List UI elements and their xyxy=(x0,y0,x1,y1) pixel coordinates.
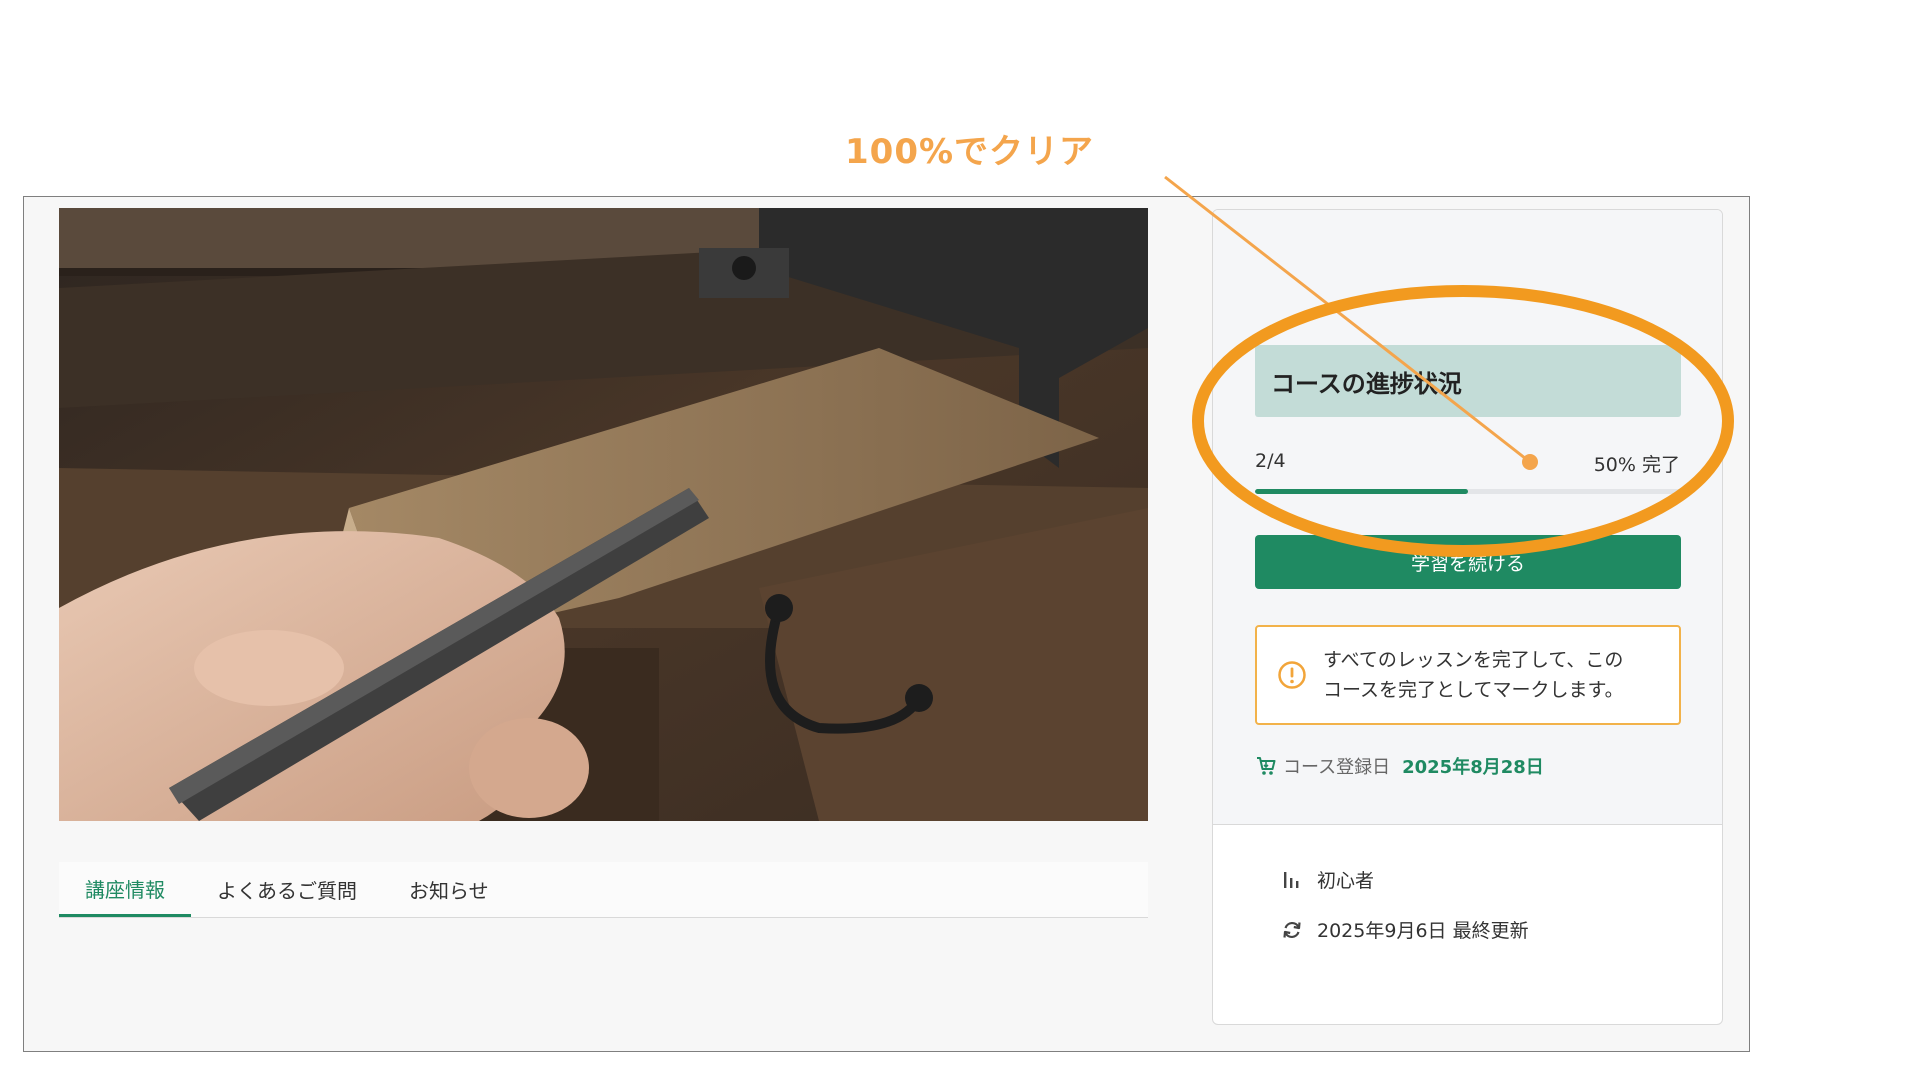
tab-faq[interactable]: よくあるご質問 xyxy=(191,862,383,917)
completion-notice-line-2: コースを完了としてマークします。 xyxy=(1323,679,1624,701)
warning-circle-icon xyxy=(1278,661,1306,689)
tab-course-info[interactable]: 講座情報 xyxy=(59,862,191,917)
course-tabs: 講座情報 よくあるご質問 お知らせ xyxy=(59,862,1148,918)
progress-bar xyxy=(1255,489,1681,494)
progress-count: 2/4 xyxy=(1255,450,1286,472)
last-updated: 2025年9月6日 最終更新 xyxy=(1317,920,1529,942)
course-level-row: 初心者 xyxy=(1281,866,1374,893)
refresh-icon xyxy=(1283,921,1301,938)
annotation-label: 100%でクリア xyxy=(845,132,1095,172)
completion-notice-line-1: すべてのレッスンを完了して、この xyxy=(1323,649,1624,671)
enrollment-label: コース登録日 xyxy=(1283,757,1391,778)
last-updated-row: 2025年9月6日 最終更新 xyxy=(1281,916,1529,943)
progress-percent: 50% 完了 xyxy=(1593,454,1680,476)
bar-chart-icon xyxy=(1284,871,1299,888)
tab-announcements[interactable]: お知らせ xyxy=(383,862,515,917)
progress-panel: コースの進捗状況 2/4 50% 完了 学習を続ける すべてのレッスンを完了して… xyxy=(1213,210,1722,825)
completion-notice-text: すべてのレッスンを完了して、この コースを完了としてマークします。 xyxy=(1323,645,1624,705)
course-level: 初心者 xyxy=(1317,870,1375,892)
course-sidebar: コースの進捗状況 2/4 50% 完了 学習を続ける すべてのレッスンを完了して… xyxy=(1212,209,1723,1025)
progress-bar-fill xyxy=(1255,489,1468,494)
course-image xyxy=(59,208,1148,821)
enrollment-date-row: コース登録日 2025年8月28日 xyxy=(1255,753,1544,779)
completion-notice: すべてのレッスンを完了して、この コースを完了としてマークします。 xyxy=(1255,625,1681,725)
course-image-illustration xyxy=(59,208,1148,821)
cart-icon xyxy=(1257,757,1276,775)
enrollment-date: 2025年8月28日 xyxy=(1402,757,1544,778)
progress-title: コースの進捗状況 xyxy=(1255,345,1681,417)
continue-learning-button[interactable]: 学習を続ける xyxy=(1255,535,1681,589)
